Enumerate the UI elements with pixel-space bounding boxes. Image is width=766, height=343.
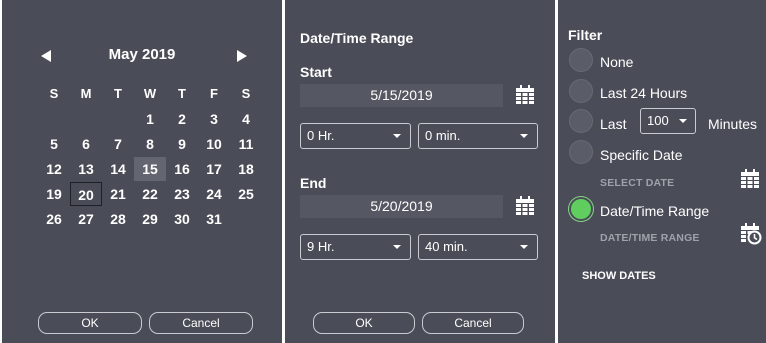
- range-title: Date/Time Range: [300, 30, 414, 46]
- calendar-empty-cell: [70, 107, 102, 131]
- calendar-icon[interactable]: [515, 85, 535, 105]
- weekday-label: S: [49, 86, 59, 101]
- calendar-day[interactable]: 12: [38, 157, 70, 181]
- calendar-day[interactable]: 8: [134, 132, 166, 156]
- calendar-day[interactable]: 30: [166, 207, 198, 231]
- calendar-panel: May 2019 SMTWTFS 1 2 3 4 5 6 7 8 9 10 11 12 13 14 15 16…: [2, 0, 282, 343]
- weekday-label: T: [178, 86, 186, 101]
- calendar-week-row: 1234: [38, 107, 262, 132]
- prev-month-icon[interactable]: [36, 44, 56, 68]
- end-hour-value: 9 Hr.: [307, 239, 335, 254]
- calendar-empty-cell: [102, 107, 134, 131]
- option-none-label[interactable]: None: [600, 54, 633, 70]
- end-date-field[interactable]: 5/20/2019: [300, 195, 503, 218]
- weekday-header-row: SMTWTFS: [38, 82, 262, 107]
- calendar-week-row: 5 6 7 8 9 10 11: [38, 132, 262, 157]
- calendar-day[interactable]: 2: [166, 107, 198, 131]
- calendar-day[interactable]: 4: [230, 107, 262, 131]
- option-specific-date-label[interactable]: Specific Date: [600, 147, 682, 163]
- calendar-week-row: 26 27 28 29 30 31: [38, 207, 262, 232]
- weekday-label: T: [114, 86, 122, 101]
- weekday-label: S: [241, 86, 251, 101]
- calendar-day[interactable]: 11: [230, 132, 262, 156]
- end-hour-select[interactable]: 9 Hr.: [300, 234, 411, 260]
- weekday-label: W: [143, 86, 157, 101]
- option-date-time-range-label[interactable]: Date/Time Range: [600, 203, 709, 219]
- calendar-day[interactable]: 27: [70, 207, 102, 231]
- chevron-down-icon: [393, 245, 401, 249]
- calendar-day[interactable]: 18: [230, 157, 262, 181]
- calendar-day[interactable]: 26: [38, 207, 70, 231]
- range-cancel-button[interactable]: Cancel: [422, 312, 524, 334]
- chevron-down-icon: [520, 134, 528, 138]
- calendar-day[interactable]: 3: [198, 107, 230, 131]
- calendar-day[interactable]: 7: [102, 132, 134, 156]
- calendar-day[interactable]: 16: [166, 157, 198, 181]
- calendar-day[interactable]: 17: [198, 157, 230, 181]
- calendar-grid: SMTWTFS 1 2 3 4 5 6 7 8 9 10 11 12 13 14 15 16 17 18 19 20 2…: [38, 82, 262, 232]
- calendar-ok-button[interactable]: OK: [38, 312, 142, 334]
- calendar-day[interactable]: 6: [70, 132, 102, 156]
- calendar-day[interactable]: 25: [230, 182, 262, 206]
- start-minute-select[interactable]: 0 min.: [418, 123, 538, 149]
- calendar-day[interactable]: 14: [102, 157, 134, 181]
- calendar-day[interactable]: 31: [198, 207, 230, 231]
- radio-specific-date[interactable]: [569, 140, 593, 164]
- calendar-day[interactable]: 24: [198, 182, 230, 206]
- chevron-down-icon: [679, 119, 687, 123]
- chevron-down-icon: [393, 134, 401, 138]
- chevron-down-icon: [520, 245, 528, 249]
- range-ok-button[interactable]: OK: [313, 312, 415, 334]
- calendar-empty-cell: [230, 207, 262, 231]
- start-minute-value: 0 min.: [425, 128, 461, 143]
- filter-title: Filter: [568, 27, 603, 43]
- minutes-label: Minutes: [708, 116, 758, 132]
- date-time-range-panel: Date/Time Range Start 5/15/2019 0 Hr. 0 …: [285, 0, 555, 343]
- calendar-cancel-button[interactable]: Cancel: [149, 312, 253, 334]
- radio-none[interactable]: [569, 48, 593, 72]
- calendar-day[interactable]: 10: [198, 132, 230, 156]
- month-title: May 2019: [108, 46, 176, 63]
- calendar-week-row: 12 13 14 15 16 17 18: [38, 157, 262, 182]
- calendar-clock-icon[interactable]: [740, 223, 762, 245]
- calendar-day[interactable]: 1: [134, 107, 166, 131]
- calendar-week-row: 19 20 21 22 23 24 25: [38, 182, 262, 207]
- show-dates-button[interactable]: SHOW DATES: [582, 270, 656, 282]
- calendar-day[interactable]: 15: [134, 157, 166, 181]
- minutes-select[interactable]: 100: [640, 108, 696, 134]
- calendar-empty-cell: [38, 107, 70, 131]
- calendar-day[interactable]: 13: [70, 157, 102, 181]
- date-time-range-label: DATE/TIME RANGE: [600, 232, 700, 244]
- calendar-day[interactable]: 21: [102, 182, 134, 206]
- radio-date-time-range[interactable]: [569, 197, 593, 221]
- end-label: End: [300, 175, 327, 191]
- start-hour-select[interactable]: 0 Hr.: [300, 123, 411, 149]
- calendar-day[interactable]: 20: [70, 182, 102, 206]
- radio-last-minutes[interactable]: [569, 109, 593, 133]
- select-date-label: SELECT DATE: [600, 177, 675, 189]
- end-minute-select[interactable]: 40 min.: [418, 234, 538, 260]
- start-date-field[interactable]: 5/15/2019: [300, 84, 503, 107]
- option-last-label[interactable]: Last: [600, 116, 626, 132]
- start-hour-value: 0 Hr.: [307, 128, 335, 143]
- calendar-day[interactable]: 28: [102, 207, 134, 231]
- minutes-value: 100: [647, 113, 669, 128]
- calendar-day[interactable]: 5: [38, 132, 70, 156]
- calendar-header: May 2019: [2, 44, 282, 68]
- calendar-day[interactable]: 19: [38, 182, 70, 206]
- start-label: Start: [300, 64, 332, 80]
- filter-panel: Filter None Last 24 Hours Last 100 Minut…: [558, 0, 766, 343]
- calendar-icon[interactable]: [740, 169, 760, 189]
- end-minute-value: 40 min.: [425, 239, 468, 254]
- calendar-day[interactable]: 29: [134, 207, 166, 231]
- weekday-label: F: [210, 86, 218, 101]
- calendar-icon[interactable]: [515, 196, 535, 216]
- calendar-day[interactable]: 9: [166, 132, 198, 156]
- calendar-day[interactable]: 22: [134, 182, 166, 206]
- calendar-day[interactable]: 23: [166, 182, 198, 206]
- weekday-label: M: [80, 86, 92, 101]
- next-month-icon[interactable]: [232, 44, 252, 68]
- radio-last-24-hours[interactable]: [569, 79, 593, 103]
- option-last-24-hours-label[interactable]: Last 24 Hours: [600, 85, 687, 101]
